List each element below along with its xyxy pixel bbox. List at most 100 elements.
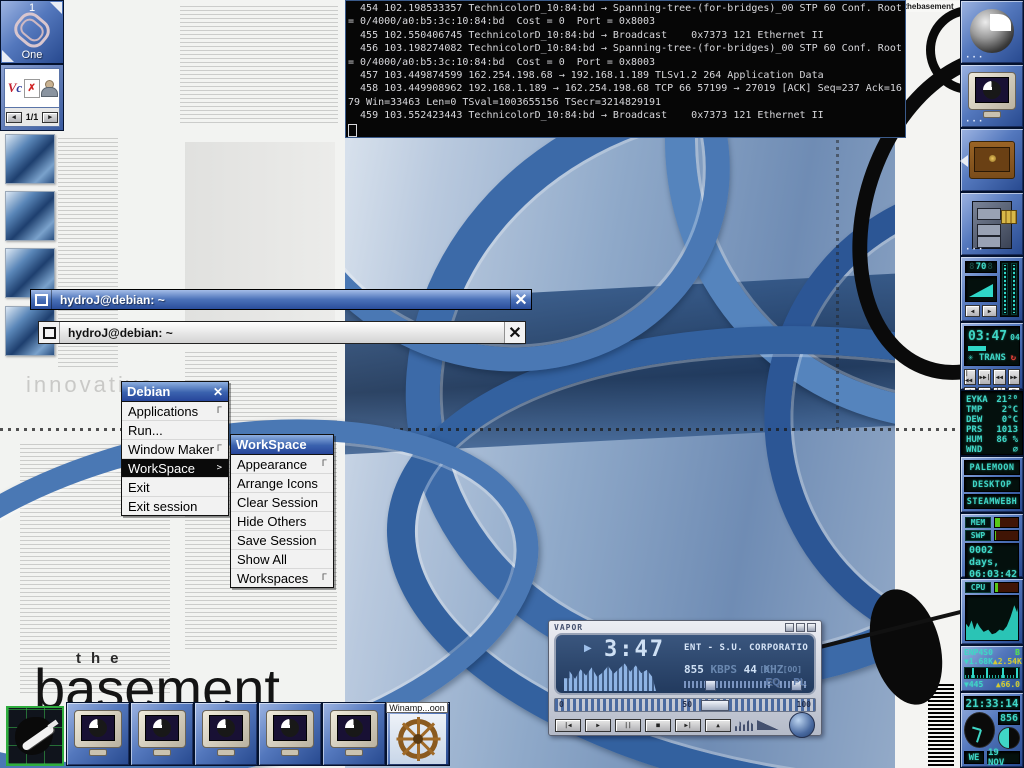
close-button[interactable]: ✕: [504, 322, 525, 343]
dockapp-player[interactable]: 03:47 04 ✳ TRANS ↻ |◀◀ ▶▶| ◀◀ ▶▶ ⏏ ▶ || …: [960, 322, 1024, 390]
launcher-desktop[interactable]: DESKTOP: [964, 477, 1020, 492]
winamp-bitrate: 855: [684, 663, 704, 676]
menu-item-workspace[interactable]: WorkSpace >: [122, 459, 228, 478]
dock-tile-terminal-3[interactable]: [194, 702, 258, 766]
winamp-prev-button[interactable]: |◀: [555, 719, 581, 732]
menu-item-label: Hide Others: [237, 514, 306, 529]
monitor-stand: [281, 749, 299, 756]
menu-item-save-session[interactable]: Save Session: [231, 531, 333, 550]
vc-app-icon[interactable]: Vc: [8, 80, 22, 96]
dock-tile-wmaker[interactable]: ···: [960, 0, 1024, 64]
weather-value: ∅: [1013, 445, 1018, 455]
dockapp-cpu[interactable]: CPU: [960, 578, 1024, 645]
position-handle[interactable]: [701, 700, 729, 711]
menu-item-arrange-icons[interactable]: Arrange Icons: [231, 474, 333, 493]
dock-tile-terminal-4[interactable]: [258, 702, 322, 766]
root-menu-titlebar[interactable]: Debian ✕: [122, 382, 228, 402]
mixer-volume-slider[interactable]: [965, 276, 997, 302]
launcher-palemoon[interactable]: PALEMOON: [964, 460, 1020, 475]
document-x-icon[interactable]: ✗: [24, 79, 40, 98]
close-icon[interactable]: ✕: [213, 385, 223, 399]
dock-tile-terminal-5[interactable]: [322, 702, 386, 766]
spectrum-analyzer: [564, 659, 656, 691]
winamp-player[interactable]: VAPOR ▶ 3:47 ENT - S.U. CORPORATION PROU…: [548, 620, 822, 736]
dock-tile-terminal-2[interactable]: [130, 702, 194, 766]
repeat-icon: ↻: [1011, 353, 1016, 363]
player-forward-button[interactable]: ▶▶: [1008, 369, 1020, 385]
pager-next-button[interactable]: ▶: [42, 112, 58, 123]
player-next-button[interactable]: ▶▶|: [978, 369, 991, 385]
menu-item-run[interactable]: Run...: [122, 421, 228, 440]
dock-tile-terminal[interactable]: ···: [960, 64, 1024, 128]
menu-item-exit[interactable]: Exit: [122, 478, 228, 497]
menu-item-hide-others[interactable]: Hide Others: [231, 512, 333, 531]
winamp-close-button[interactable]: [807, 623, 816, 632]
winamp-title: VAPOR: [554, 623, 583, 632]
dock-tile-drawer[interactable]: [960, 128, 1024, 192]
dockapp-network[interactable]: ENP4S0B ▼1.68K▲2.54K ▼445▲66.0: [960, 645, 1024, 692]
net-flag: B: [1015, 648, 1020, 657]
uptime-days: 0002 days,: [969, 545, 1015, 569]
mixer-next-button[interactable]: ▶: [982, 305, 997, 317]
launcher-steamwebh[interactable]: STEAMWEBH: [964, 494, 1020, 509]
shaded-window-unfocused[interactable]: hydroJ@debian: ~ ✕: [38, 321, 526, 344]
terminal-line: 457 103.449874599 162.254.198.68 → 192.1…: [348, 69, 903, 82]
dockapp-clock[interactable]: 21:33:14 856 WE 19 NOV: [960, 692, 1024, 768]
terminal-window[interactable]: 454 102.198533357 TechnicolorD_10:84:bd …: [345, 0, 906, 138]
winamp-minimize-button[interactable]: [785, 623, 794, 632]
mixer-prev-button[interactable]: ◀: [965, 305, 980, 317]
menu-item-show-all[interactable]: Show All: [231, 550, 333, 569]
workspace-menu-titlebar[interactable]: WorkSpace: [231, 435, 333, 455]
drawer-collapse-arrow[interactable]: [960, 155, 968, 167]
winamp-pause-button[interactable]: ||: [615, 719, 641, 732]
volume-slider[interactable]: [684, 681, 772, 688]
position-end-label: 100: [797, 699, 811, 711]
cpu-bar: [994, 582, 1019, 593]
menu-item-applications[interactable]: Applications Γ: [122, 402, 228, 421]
eq-button[interactable]: EQ: [766, 677, 780, 688]
menu-item-exit-session[interactable]: Exit session: [122, 497, 228, 515]
winamp-shade-button[interactable]: [796, 623, 805, 632]
dock-tile-terminal-1[interactable]: [66, 702, 130, 766]
workspace-name: One: [1, 49, 63, 61]
terminal-line: 79 Win=33463 Len=0 TSval=1003655156 TSec…: [348, 96, 903, 109]
dockapp-sysmon[interactable]: MEM SWP 0002 days, 06:03:42: [960, 513, 1024, 578]
root-menu-title: Debian: [127, 384, 170, 399]
wallpaper-thumbnail: [5, 134, 55, 184]
clip-next-arrow[interactable]: [50, 2, 62, 14]
close-button[interactable]: ✕: [510, 290, 531, 309]
miniaturize-button[interactable]: [39, 322, 60, 343]
menu-item-window-maker[interactable]: Window Maker Γ: [122, 440, 228, 459]
vu-meter: [1000, 261, 1019, 317]
winamp-eject-button[interactable]: ▲: [705, 719, 731, 732]
winamp-next-button[interactable]: ▶|: [675, 719, 701, 732]
wallpaper-dotted-column: [836, 95, 839, 430]
miniaturize-button[interactable]: [31, 290, 52, 309]
mem-bar: [994, 517, 1019, 528]
pager-prev-button[interactable]: ◀: [6, 112, 22, 123]
user-icon[interactable]: [41, 80, 56, 97]
menu-item-label: WorkSpace: [128, 461, 195, 476]
menu-item-label: Exit: [128, 480, 150, 495]
stereo-indicator: [OO]: [783, 665, 802, 674]
shaded-window-focused[interactable]: hydroJ@debian: ~ ✕: [30, 289, 532, 310]
dock-tile-wprefs[interactable]: [6, 706, 64, 766]
terminal-line: 458 103.449908962 192.168.1.189 → 162.25…: [348, 82, 903, 95]
player-prev-button[interactable]: |◀◀: [964, 369, 976, 385]
winamp-knob-button[interactable]: [789, 712, 815, 738]
mixer-ghost-digit: 8: [969, 262, 974, 272]
player-rewind-button[interactable]: ◀◀: [993, 369, 1005, 385]
winamp-stop-button[interactable]: ■: [645, 719, 671, 732]
menu-item-label: Applications: [128, 404, 198, 419]
dockapp-weather[interactable]: EYKA21²⁰ TMP2°C DEW0°C PRS1013 HUM86 % W…: [960, 390, 1024, 456]
winamp-play-button[interactable]: ▶: [585, 719, 611, 732]
winamp-titlebar[interactable]: VAPOR: [549, 621, 821, 633]
menu-item-appearance[interactable]: Appearance Γ: [231, 455, 333, 474]
menu-item-workspaces[interactable]: Workspaces Γ: [231, 569, 333, 587]
workspace-clip[interactable]: 1 One: [0, 0, 64, 64]
menu-item-clear-session[interactable]: Clear Session: [231, 493, 333, 512]
dockapp-mixer[interactable]: 8 70 8 ◀ ▶: [960, 256, 1024, 322]
position-slider[interactable]: 0 50 100: [554, 698, 816, 712]
playlist-button[interactable]: PL: [793, 677, 806, 688]
dock-tile-file-cabinet[interactable]: ···: [960, 192, 1024, 256]
